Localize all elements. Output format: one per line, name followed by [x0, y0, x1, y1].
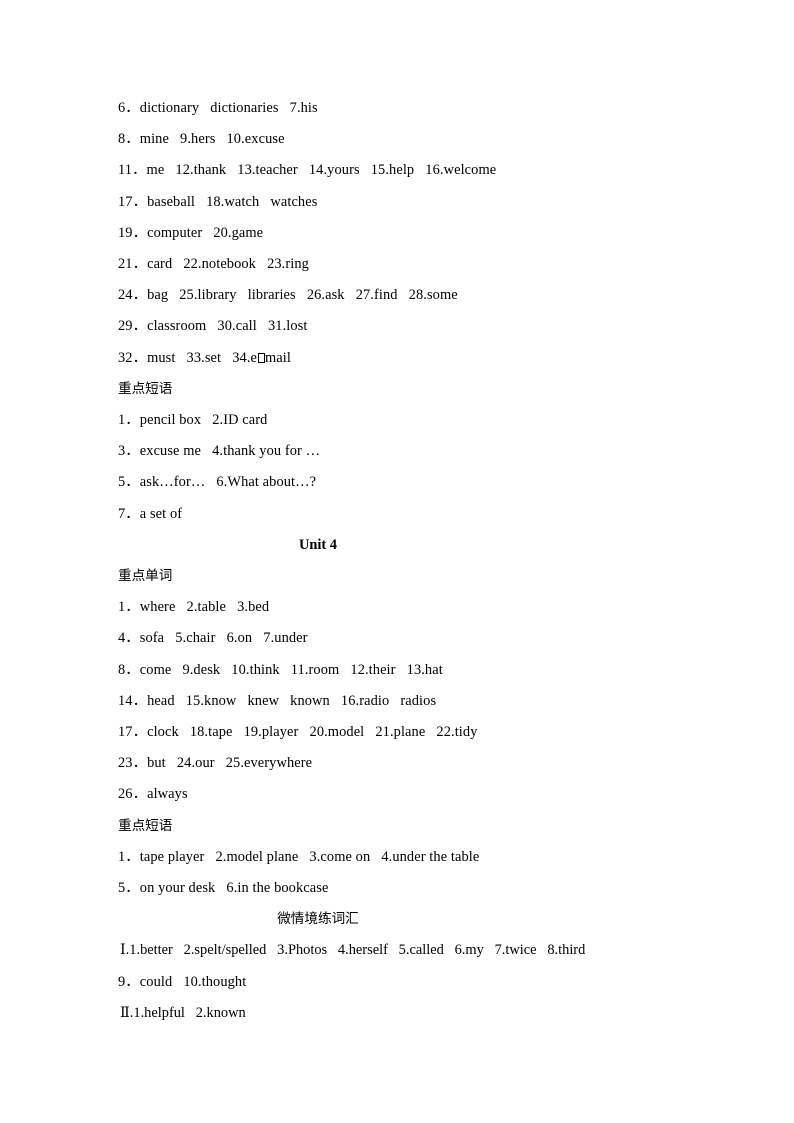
answer-line: 5．on your desk 6.in the bookcase: [118, 880, 329, 897]
answer-line: 3．excuse me 4.thank you for …: [118, 443, 321, 460]
unit4-words-list: 1．where 2.table 3.bed 4．sofa 5.chair 6.o…: [118, 592, 694, 810]
answer-line: 4．sofa 5.chair 6.on 7.under: [118, 630, 308, 647]
vocab-section-title: 微情境练词汇: [277, 911, 359, 928]
answer-line: 29．classroom 30.call 31.lost: [118, 318, 308, 335]
answer-line: 17．clock 18.tape 19.player 20.model 21.p…: [118, 724, 478, 741]
answer-line: 6．dictionary dictionaries 7.his: [118, 100, 318, 116]
answer-line: 7．a set of: [118, 505, 183, 522]
answer-line: 26．always: [118, 786, 188, 803]
answer-line: 21．card 22.notebook 23.ring: [118, 256, 309, 273]
answer-line-text-after-glyph: mail: [265, 349, 291, 366]
answer-line: 17．baseball 18.watch watches: [118, 193, 318, 210]
section-heading-key-phrases: 重点短语: [118, 380, 173, 397]
unit3-phrases-list: 1．pencil box 2.ID card 3．excuse me 4.tha…: [118, 405, 694, 530]
answer-line: 14．head 15.know knew known 16.radio radi…: [118, 692, 437, 709]
answer-line: 24．bag 25.library libraries 26.ask 27.fi…: [118, 287, 458, 304]
answer-line: 9．could 10.thought: [118, 973, 247, 990]
section-heading-key-phrases: 重点短语: [118, 817, 173, 834]
answer-line: 5．ask…for… 6.What about…?: [118, 474, 317, 491]
answer-line: 1．tape player 2.model plane 3.come on 4.…: [118, 848, 480, 865]
unit4-phrases-list: 1．tape player 2.model plane 3.come on 4.…: [118, 842, 694, 904]
missing-glyph-box-icon: [257, 352, 265, 363]
answer-line: 19．computer 20.game: [118, 224, 264, 241]
answer-line: 8．mine 9.hers 10.excuse: [118, 131, 285, 148]
answer-line: 11．me 12.thank 13.teacher 14.yours 15.he…: [118, 162, 497, 179]
answer-line: Ⅰ.1.better 2.spelt/spelled 3.Photos 4.he…: [120, 942, 586, 959]
vocab-exercise-list: Ⅰ.1.better 2.spelt/spelled 3.Photos 4.he…: [118, 935, 694, 1029]
answer-line-with-missing-glyph: 32．must 33.set 34.e mail: [118, 343, 694, 374]
section-heading-key-words: 重点单词: [118, 568, 173, 585]
unit3-words-list: 6．dictionary dictionaries 7.his 8．mine 9…: [118, 93, 694, 374]
answer-line: 1．where 2.table 3.bed: [118, 599, 270, 616]
answer-line: 8．come 9.desk 10.think 11.room 12.their …: [118, 661, 443, 678]
answer-line: Ⅱ.1.helpful 2.known: [120, 1004, 246, 1021]
answer-line: 23．but 24.our 25.everywhere: [118, 755, 313, 772]
answer-line-text-before-glyph: 32．must 33.set 34.e: [118, 349, 258, 366]
document-page: 6．dictionary dictionaries 7.his 8．mine 9…: [0, 0, 794, 1123]
unit-title-heading: Unit 4: [299, 536, 337, 553]
answer-line: 1．pencil box 2.ID card: [118, 412, 268, 429]
